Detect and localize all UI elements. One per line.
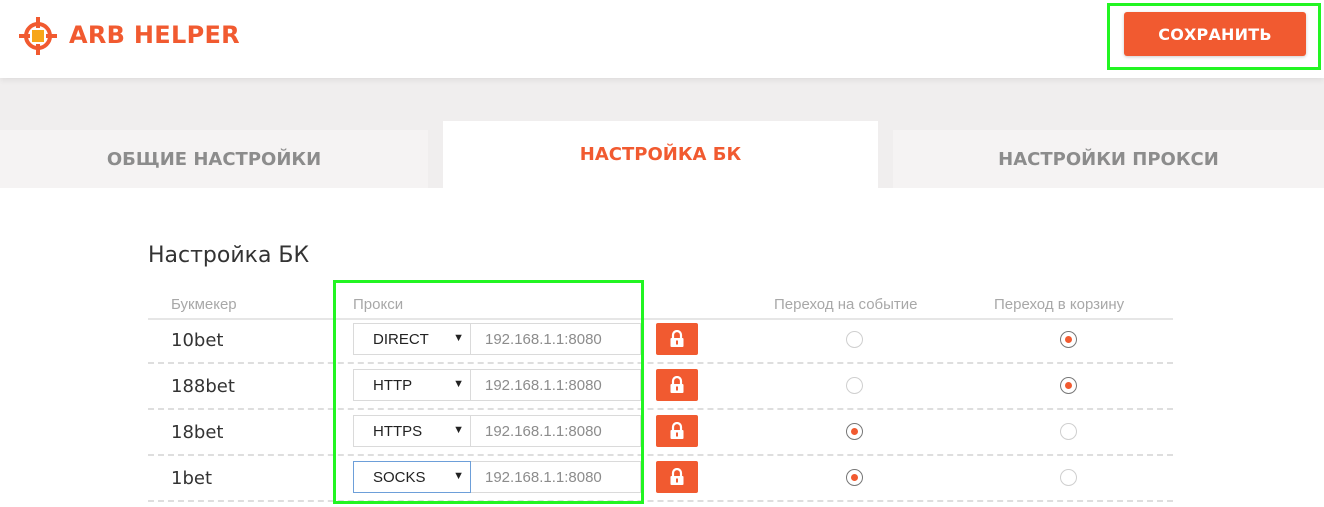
event-radio[interactable] [846, 423, 863, 440]
row-divider [148, 454, 1173, 456]
save-button[interactable]: СОХРАНИТЬ [1124, 12, 1306, 56]
event-radio[interactable] [846, 331, 863, 348]
cart-radio[interactable] [1060, 423, 1077, 440]
lock-button[interactable] [656, 461, 698, 493]
event-radio[interactable] [846, 469, 863, 486]
column-header-cart: Переход в корзину [994, 296, 1125, 313]
crosshair-logo-icon [19, 17, 57, 55]
proxy-column-highlight [333, 280, 644, 504]
column-header-event: Переход на событие [774, 296, 918, 313]
lock-icon [670, 330, 684, 347]
cart-radio[interactable] [1060, 331, 1077, 348]
bookmaker-name: 18bet [171, 422, 224, 443]
tab-bookmaker-settings[interactable]: НАСТРОЙКА БК [443, 121, 878, 188]
brand-name: ARB HELPER [69, 21, 240, 49]
bookmaker-name: 10bet [171, 330, 224, 351]
table-header-divider [148, 318, 1173, 320]
lock-button[interactable] [656, 323, 698, 355]
lock-icon [670, 468, 684, 485]
bookmaker-name: 188bet [171, 376, 235, 397]
column-header-bookmaker: Букмекер [171, 296, 237, 313]
lock-icon [670, 422, 684, 439]
event-radio[interactable] [846, 377, 863, 394]
lock-button[interactable] [656, 415, 698, 447]
row-divider [148, 362, 1173, 364]
app-header: ARB HELPER СОХРАНИТЬ [0, 0, 1324, 78]
cart-radio[interactable] [1060, 469, 1077, 486]
tab-general-settings[interactable]: ОБЩИЕ НАСТРОЙКИ [0, 130, 428, 188]
cart-radio[interactable] [1060, 377, 1077, 394]
lock-button[interactable] [656, 369, 698, 401]
row-divider [148, 500, 1173, 502]
section-title: Настройка БК [148, 243, 310, 268]
lock-icon [670, 376, 684, 393]
row-divider [148, 408, 1173, 410]
tab-proxy-settings[interactable]: НАСТРОЙКИ ПРОКСИ [893, 130, 1324, 188]
bookmaker-name: 1bet [171, 468, 213, 489]
